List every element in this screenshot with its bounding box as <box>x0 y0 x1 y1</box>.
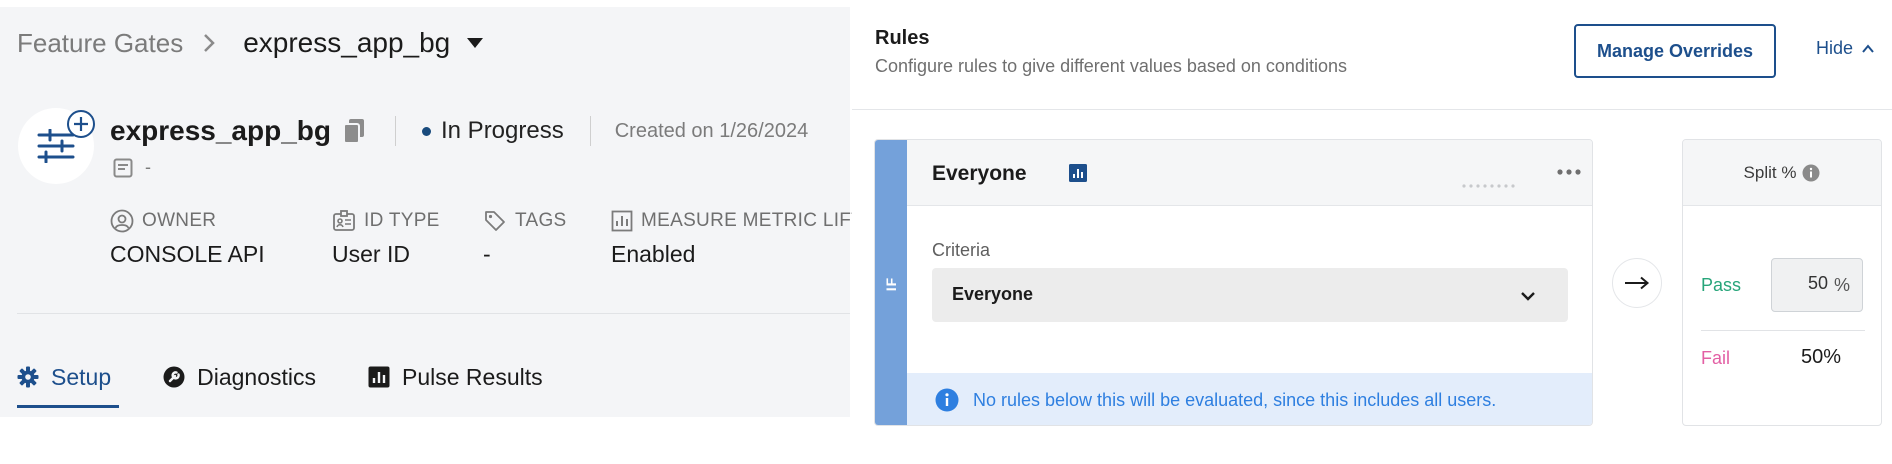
divider <box>589 116 591 146</box>
tab-setup[interactable]: Setup <box>17 357 111 397</box>
rules-title: Rules <box>875 27 930 49</box>
criteria-value: Everyone <box>952 284 1034 304</box>
chevron-right-icon <box>203 32 225 54</box>
breadcrumb-current-gate: express_app_bg <box>243 27 451 58</box>
gate-name: express_app_bg <box>110 115 331 146</box>
pass-percent-field[interactable]: % <box>1771 258 1863 312</box>
info-icon[interactable] <box>1802 164 1820 182</box>
bar-chart-icon[interactable] <box>1069 164 1087 182</box>
tab-bar: Setup Diagnostics Pulse Results <box>17 357 543 409</box>
fail-label: Fail <box>1701 348 1731 368</box>
meta-label: MEASURE METRIC LIFTS <box>641 210 877 231</box>
meta-value: CONSOLE API <box>110 241 265 267</box>
split-header: Split % <box>1683 140 1881 206</box>
tab-pulse-results[interactable]: Pulse Results <box>368 357 543 397</box>
wrench-icon <box>163 366 185 388</box>
breadcrumb-feature-gates[interactable]: Feature Gates <box>17 28 183 59</box>
meta-label: ID TYPE <box>364 210 440 231</box>
split-card: Split % Pass % Fail 50% <box>1682 139 1882 426</box>
gate-title-row: express_app_bg In Progress Created on 1/… <box>110 113 808 149</box>
split-divider <box>1701 330 1865 331</box>
id-badge-icon <box>333 210 355 231</box>
info-text: No rules below this will be evaluated, s… <box>973 389 1497 410</box>
meta-value: - <box>483 241 491 267</box>
arrow-right-icon <box>1612 258 1662 308</box>
tab-diagnostics[interactable]: Diagnostics <box>163 357 316 397</box>
rule-card: IF Everyone Criteria Everyone No rules b… <box>874 139 1593 426</box>
description-row[interactable]: - <box>113 157 151 178</box>
meta-value: User ID <box>332 241 410 267</box>
meta-owner: OWNER CONSOLE API <box>110 207 265 268</box>
chart-icon <box>611 210 633 232</box>
info-icon <box>935 388 959 412</box>
created-date: Created on 1/26/2024 <box>614 119 809 142</box>
meta-label: OWNER <box>142 210 217 231</box>
tab-label: Pulse Results <box>402 363 543 390</box>
description-text: - <box>145 157 151 177</box>
more-options-icon[interactable] <box>1557 168 1581 176</box>
gate-header-panel: Feature Gates express_app_bg express_app… <box>0 7 876 417</box>
gear-icon <box>17 366 39 388</box>
note-icon <box>113 158 133 177</box>
meta-measure-metric-lifts: MEASURE METRIC LIFTS Enabled <box>611 207 876 268</box>
split-title: Split % <box>1743 162 1797 182</box>
percent-unit: % <box>1834 275 1851 295</box>
info-banner: No rules below this will be evaluated, s… <box>907 373 1592 425</box>
active-tab-indicator <box>17 405 119 408</box>
header-divider <box>852 109 1892 110</box>
rules-panel: Rules Configure rules to give different … <box>852 0 1892 464</box>
meta-value: Enabled <box>611 241 696 267</box>
tag-icon <box>485 211 505 231</box>
caret-down-icon[interactable] <box>466 33 486 53</box>
pass-label: Pass <box>1701 275 1742 295</box>
tab-label: Diagnostics <box>197 363 316 390</box>
divider <box>395 116 396 146</box>
criteria-label: Criteria <box>932 240 991 260</box>
copy-icon[interactable] <box>343 118 365 144</box>
section-divider <box>17 313 850 314</box>
status-label: In Progress <box>441 117 564 144</box>
tab-label: Setup <box>51 363 112 390</box>
rules-subtitle: Configure rules to give different values… <box>875 56 1347 76</box>
breadcrumb: Feature Gates express_app_bg <box>17 19 486 67</box>
criteria-select[interactable]: Everyone <box>932 268 1568 322</box>
pass-percent-input[interactable] <box>1772 273 1828 294</box>
rule-header: Everyone <box>907 140 1592 206</box>
hide-rules-button[interactable]: Hide <box>1816 38 1875 59</box>
hide-label: Hide <box>1816 38 1854 58</box>
fail-percent: 50% <box>1801 346 1842 368</box>
chevron-up-icon <box>1862 43 1874 53</box>
meta-id-type: ID TYPE User ID <box>332 207 440 268</box>
chevron-down-icon <box>1521 292 1535 301</box>
status-dot <box>422 126 431 136</box>
if-bar: IF <box>875 140 907 425</box>
add-circle-icon[interactable] <box>66 109 96 139</box>
bar-chart-icon <box>368 366 390 388</box>
meta-tags: TAGS - <box>483 207 567 268</box>
rule-name: Everyone <box>932 162 1027 185</box>
if-label: IF <box>882 276 899 291</box>
user-circle-icon <box>110 209 134 233</box>
meta-label: TAGS <box>515 210 567 231</box>
manage-overrides-button[interactable]: Manage Overrides <box>1574 24 1776 78</box>
drag-handle-icon[interactable] <box>1461 183 1515 189</box>
